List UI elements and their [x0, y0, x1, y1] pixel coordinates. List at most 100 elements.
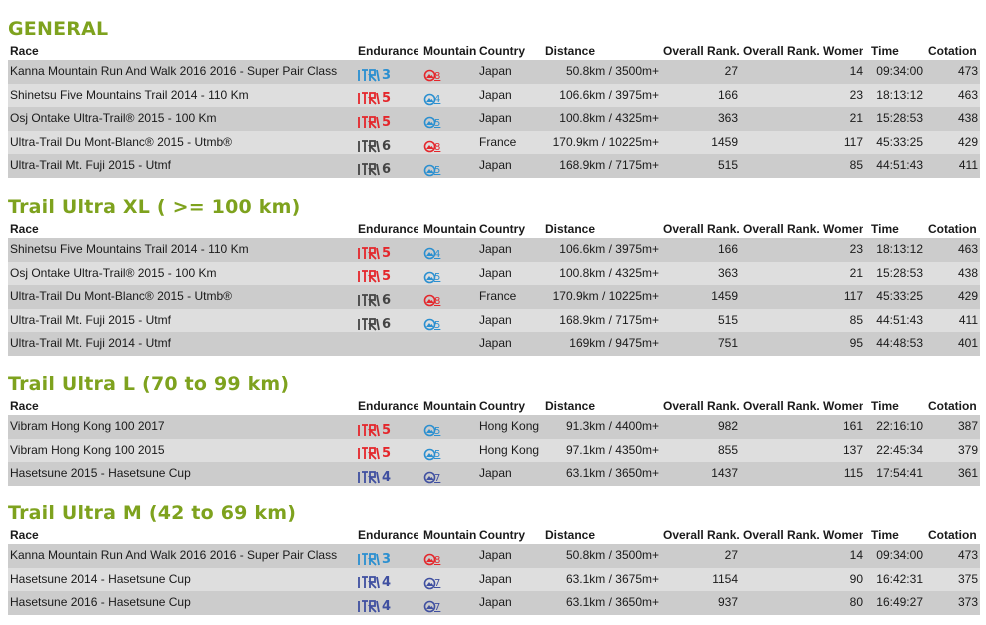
itra-endurance-icon: 5: [358, 442, 391, 461]
country-cell: Japan: [479, 158, 512, 173]
header-endurance: Endurance: [358, 528, 418, 542]
country-cell: Japan: [479, 87, 512, 102]
mountain-badge[interactable]: 4: [423, 84, 477, 108]
mountain-badge[interactable]: 4: [423, 238, 477, 262]
distance-cell: 63.1km / 3650m+: [565, 466, 659, 481]
race-name-link[interactable]: Vibram Hong Kong 100 2015: [10, 439, 356, 463]
header-mountain: Mountain: [423, 222, 477, 236]
mountain-badge[interactable]: 8: [423, 131, 477, 155]
race-name-link[interactable]: Ultra-Trail Mt. Fuji 2014 - Utmf: [10, 332, 356, 356]
cotation-cell: 361: [957, 466, 978, 481]
table-row: Shinetsu Five Mountains Trail 2014 - 110…: [8, 83, 980, 108]
mountain-level-icon: 7: [423, 466, 440, 484]
endurance-badge[interactable]: 4: [358, 591, 418, 615]
endurance-badge[interactable]: 5: [358, 84, 418, 108]
overall-rank-cell: 515: [717, 158, 738, 173]
header-country: Country: [479, 222, 525, 236]
overall-rank-women-cell: 21: [849, 265, 863, 280]
overall-rank-cell: 363: [717, 265, 738, 280]
endurance-level: 5: [382, 91, 391, 107]
itra-endurance-icon: 4: [358, 571, 391, 591]
mountain-badge[interactable]: 5: [423, 107, 477, 131]
race-name-link[interactable]: Hasetsune 2015 - Hasetsune Cup: [10, 462, 356, 486]
header-overall-rank-women: Overall Rank. Women: [743, 528, 863, 542]
endurance-badge[interactable]: 5: [358, 238, 418, 262]
endurance-badge[interactable]: 3: [358, 544, 418, 568]
table-row: Vibram Hong Kong 100 2017 5 5 Hong Kong …: [8, 415, 980, 439]
itra-mark-icon: [358, 163, 380, 176]
overall-rank-women-cell: 117: [843, 134, 863, 149]
distance-cell: 169km / 9475m+: [569, 336, 659, 351]
mountain-badge[interactable]: 7: [423, 568, 477, 592]
mountain-badge[interactable]: 5: [423, 415, 477, 439]
itra-mark-icon: [358, 317, 380, 331]
endurance-badge[interactable]: 5: [358, 439, 418, 463]
cotation-cell: 438: [957, 111, 978, 126]
header-distance: Distance: [545, 44, 596, 58]
endurance-badge[interactable]: 6: [358, 285, 418, 309]
endurance-badge[interactable]: 6: [358, 309, 418, 333]
cotation-cell: 463: [957, 242, 978, 256]
endurance-badge[interactable]: 5: [358, 415, 418, 439]
overall-rank-women-cell: 23: [849, 87, 863, 102]
race-name-link[interactable]: Osj Ontake Ultra-Trail® 2015 - 100 Km: [10, 262, 356, 286]
mountain-badge[interactable]: 7: [423, 462, 477, 486]
itra-mark-icon: [358, 423, 380, 437]
race-name-link[interactable]: Ultra-Trail Mt. Fuji 2015 - Utmf: [10, 309, 356, 333]
overall-rank-women-cell: 95: [849, 336, 863, 351]
race-name-link[interactable]: Kanna Mountain Run And Walk 2016 2016 - …: [10, 60, 356, 84]
endurance-level: 4: [382, 575, 391, 591]
race-name-link[interactable]: Hasetsune 2016 - Hasetsune Cup: [10, 591, 356, 615]
distance-cell: 106.6km / 3975m+: [559, 87, 659, 102]
endurance-badge[interactable]: 6: [358, 131, 418, 155]
race-name-link[interactable]: Ultra-Trail Du Mont-Blanc® 2015 - Utmb®: [10, 285, 356, 309]
mountain-badge[interactable]: 7: [423, 591, 477, 615]
mountain-badge[interactable]: 8: [423, 285, 477, 309]
endurance-level: 6: [382, 162, 391, 178]
endurance-badge[interactable]: 5: [358, 107, 418, 131]
itra-endurance-icon: 5: [358, 419, 391, 438]
itra-endurance-icon: 3: [358, 64, 391, 83]
race-name-link[interactable]: Kanna Mountain Run And Walk 2016 2016 - …: [10, 544, 356, 568]
overall-rank-cell: 166: [717, 87, 738, 102]
cotation-cell: 375: [957, 571, 978, 586]
mountain-level-icon: 7: [423, 595, 440, 613]
race-name-link[interactable]: Vibram Hong Kong 100 2017: [10, 415, 356, 439]
mountain-badge[interactable]: 8: [423, 544, 477, 568]
endurance-badge[interactable]: 6: [358, 154, 418, 178]
header-race: Race: [10, 44, 39, 58]
cotation-cell: 438: [957, 265, 978, 280]
mountain-badge[interactable]: 5: [423, 309, 477, 333]
endurance-badge[interactable]: 4: [358, 462, 418, 486]
race-name-link[interactable]: Shinetsu Five Mountains Trail 2014 - 110…: [10, 84, 356, 108]
header-time: Time: [871, 399, 899, 413]
cotation-cell: 387: [957, 419, 978, 433]
overall-rank-women-cell: 115: [843, 466, 863, 481]
endurance-badge[interactable]: 3: [358, 60, 418, 84]
itra-endurance-icon: 5: [358, 87, 391, 107]
mountain-badge[interactable]: 5: [423, 154, 477, 178]
header-race: Race: [10, 222, 39, 236]
itra-endurance-icon: 5: [358, 242, 391, 261]
header-overall-rank: Overall Rank.: [663, 528, 740, 542]
cotation-cell: 473: [957, 548, 978, 562]
header-mountain: Mountain: [423, 44, 477, 58]
overall-rank-cell: 363: [717, 111, 738, 126]
table-row: Hasetsune 2015 - Hasetsune Cup 4 7 Japan…: [8, 462, 980, 486]
header-mountain: Mountain: [423, 399, 477, 413]
country-cell: Japan: [479, 111, 512, 126]
race-name-link[interactable]: Hasetsune 2014 - Hasetsune Cup: [10, 568, 356, 592]
header-distance: Distance: [545, 399, 596, 413]
race-name-link[interactable]: Osj Ontake Ultra-Trail® 2015 - 100 Km: [10, 107, 356, 131]
mountain-badge[interactable]: 8: [423, 60, 477, 84]
race-name-link[interactable]: Ultra-Trail Du Mont-Blanc® 2015 - Utmb®: [10, 131, 356, 155]
race-name-link[interactable]: Ultra-Trail Mt. Fuji 2015 - Utmf: [10, 154, 356, 178]
mountain-badge[interactable]: 5: [423, 439, 477, 463]
endurance-badge[interactable]: 5: [358, 262, 418, 286]
overall-rank-cell: 27: [724, 64, 738, 78]
mountain-badge[interactable]: 5: [423, 262, 477, 286]
race-name-link[interactable]: Shinetsu Five Mountains Trail 2014 - 110…: [10, 238, 356, 262]
overall-rank-women-cell: 85: [849, 312, 863, 327]
endurance-badge[interactable]: 4: [358, 568, 418, 592]
mountain-level: 5: [434, 118, 441, 130]
